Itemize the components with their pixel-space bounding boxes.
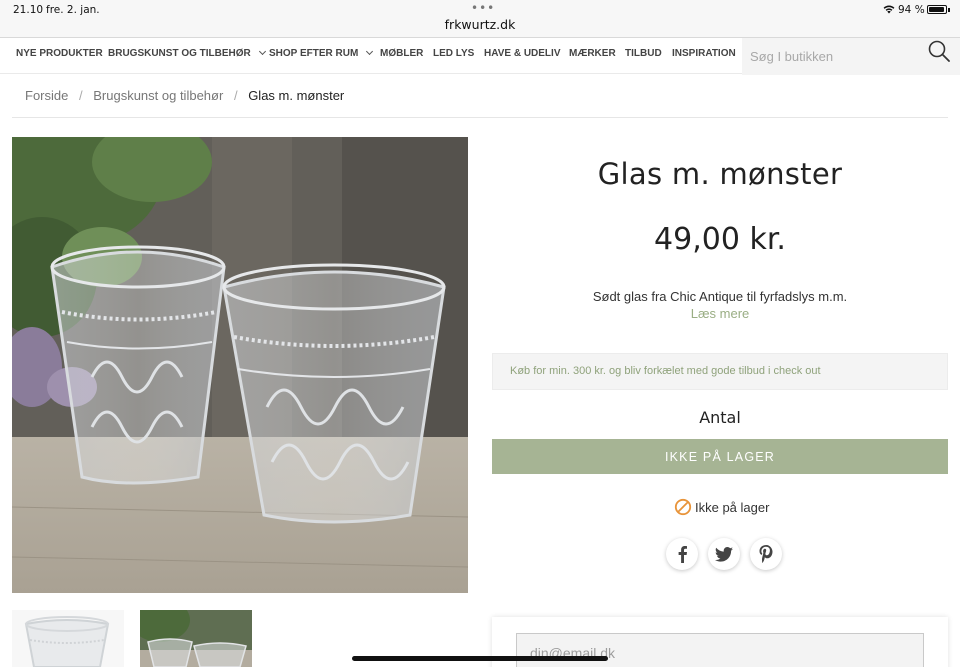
address-bar-url[interactable]: frkwurtz.dk <box>0 17 960 32</box>
promo-banner: Køb for min. 300 kr. og bliv forkælet me… <box>492 353 948 390</box>
breadcrumb-home-link[interactable]: Forside <box>25 88 68 103</box>
browser-menu-dots-icon[interactable]: ••• <box>471 1 495 15</box>
share-twitter-button[interactable] <box>708 538 740 570</box>
nav-item-shop-efter-rum[interactable]: SHOP EFTER RUM <box>269 38 374 74</box>
search-icon[interactable] <box>928 40 950 62</box>
nav-item-nye-produkter[interactable]: NYE PRODUKTER <box>16 38 103 74</box>
read-more-link[interactable]: Læs mere <box>492 306 948 321</box>
facebook-icon <box>678 546 687 563</box>
breadcrumb: Forside / Brugskunst og tilbehør / Glas … <box>25 88 344 103</box>
battery-icon <box>927 5 947 14</box>
quantity-label: Antal <box>699 408 741 427</box>
wifi-icon <box>883 5 895 14</box>
battery-percent: 94 % <box>898 4 925 16</box>
chevron-down-icon <box>366 47 374 56</box>
product-main-image[interactable] <box>12 137 468 593</box>
breadcrumb-current: Glas m. mønster <box>248 88 345 103</box>
product-short-description: Sødt glas fra Chic Antique til fyrfadsly… <box>592 289 848 304</box>
status-bar: 21.10 fre. 2. jan. ••• frkwurtz.dk 94 % <box>0 0 960 38</box>
search-input[interactable] <box>750 44 920 68</box>
chevron-down-icon <box>258 47 266 56</box>
nav-item-mobler[interactable]: MØBLER <box>380 38 423 74</box>
battery-tip <box>948 8 950 12</box>
product-price: 49,00 kr. <box>654 222 786 257</box>
nav-item-inspiration[interactable]: INSPIRATION <box>672 38 736 74</box>
main-navigation: NYE PRODUKTER BRUGSKUNST OG TILBEHØR SHO… <box>0 38 960 75</box>
breadcrumb-divider <box>12 117 948 118</box>
nav-item-have-udeliv[interactable]: HAVE & UDELIV <box>484 38 561 74</box>
share-facebook-button[interactable] <box>666 538 698 570</box>
newsletter-email-input[interactable] <box>516 633 924 667</box>
out-of-stock-button[interactable]: IKKE PÅ LAGER <box>492 439 948 474</box>
product-thumbnail-2[interactable] <box>140 610 252 667</box>
home-indicator <box>352 656 608 661</box>
share-pinterest-button[interactable] <box>750 538 782 570</box>
nav-item-led-lys[interactable]: LED LYS <box>433 38 474 74</box>
breadcrumb-separator: / <box>78 88 83 103</box>
stock-status-text: Ikke på lager <box>695 500 770 515</box>
product-thumbnail-1[interactable] <box>12 610 124 667</box>
pinterest-icon <box>759 545 773 563</box>
breadcrumb-separator: / <box>233 88 238 103</box>
nav-item-maerker[interactable]: MÆRKER <box>569 38 616 74</box>
status-time: 21.10 <box>13 4 44 16</box>
promo-text: Køb for min. 300 kr. og bliv forkælet me… <box>510 365 821 377</box>
nav-item-tilbud[interactable]: TILBUD <box>625 38 662 74</box>
product-title: Glas m. mønster <box>597 157 843 191</box>
unavailable-icon <box>674 498 692 516</box>
nav-item-brugskunst[interactable]: BRUGSKUNST OG TILBEHØR <box>108 38 266 74</box>
twitter-icon <box>715 546 733 562</box>
breadcrumb-category-link[interactable]: Brugskunst og tilbehør <box>93 88 223 103</box>
status-date: fre. 2. jan. <box>46 4 100 16</box>
